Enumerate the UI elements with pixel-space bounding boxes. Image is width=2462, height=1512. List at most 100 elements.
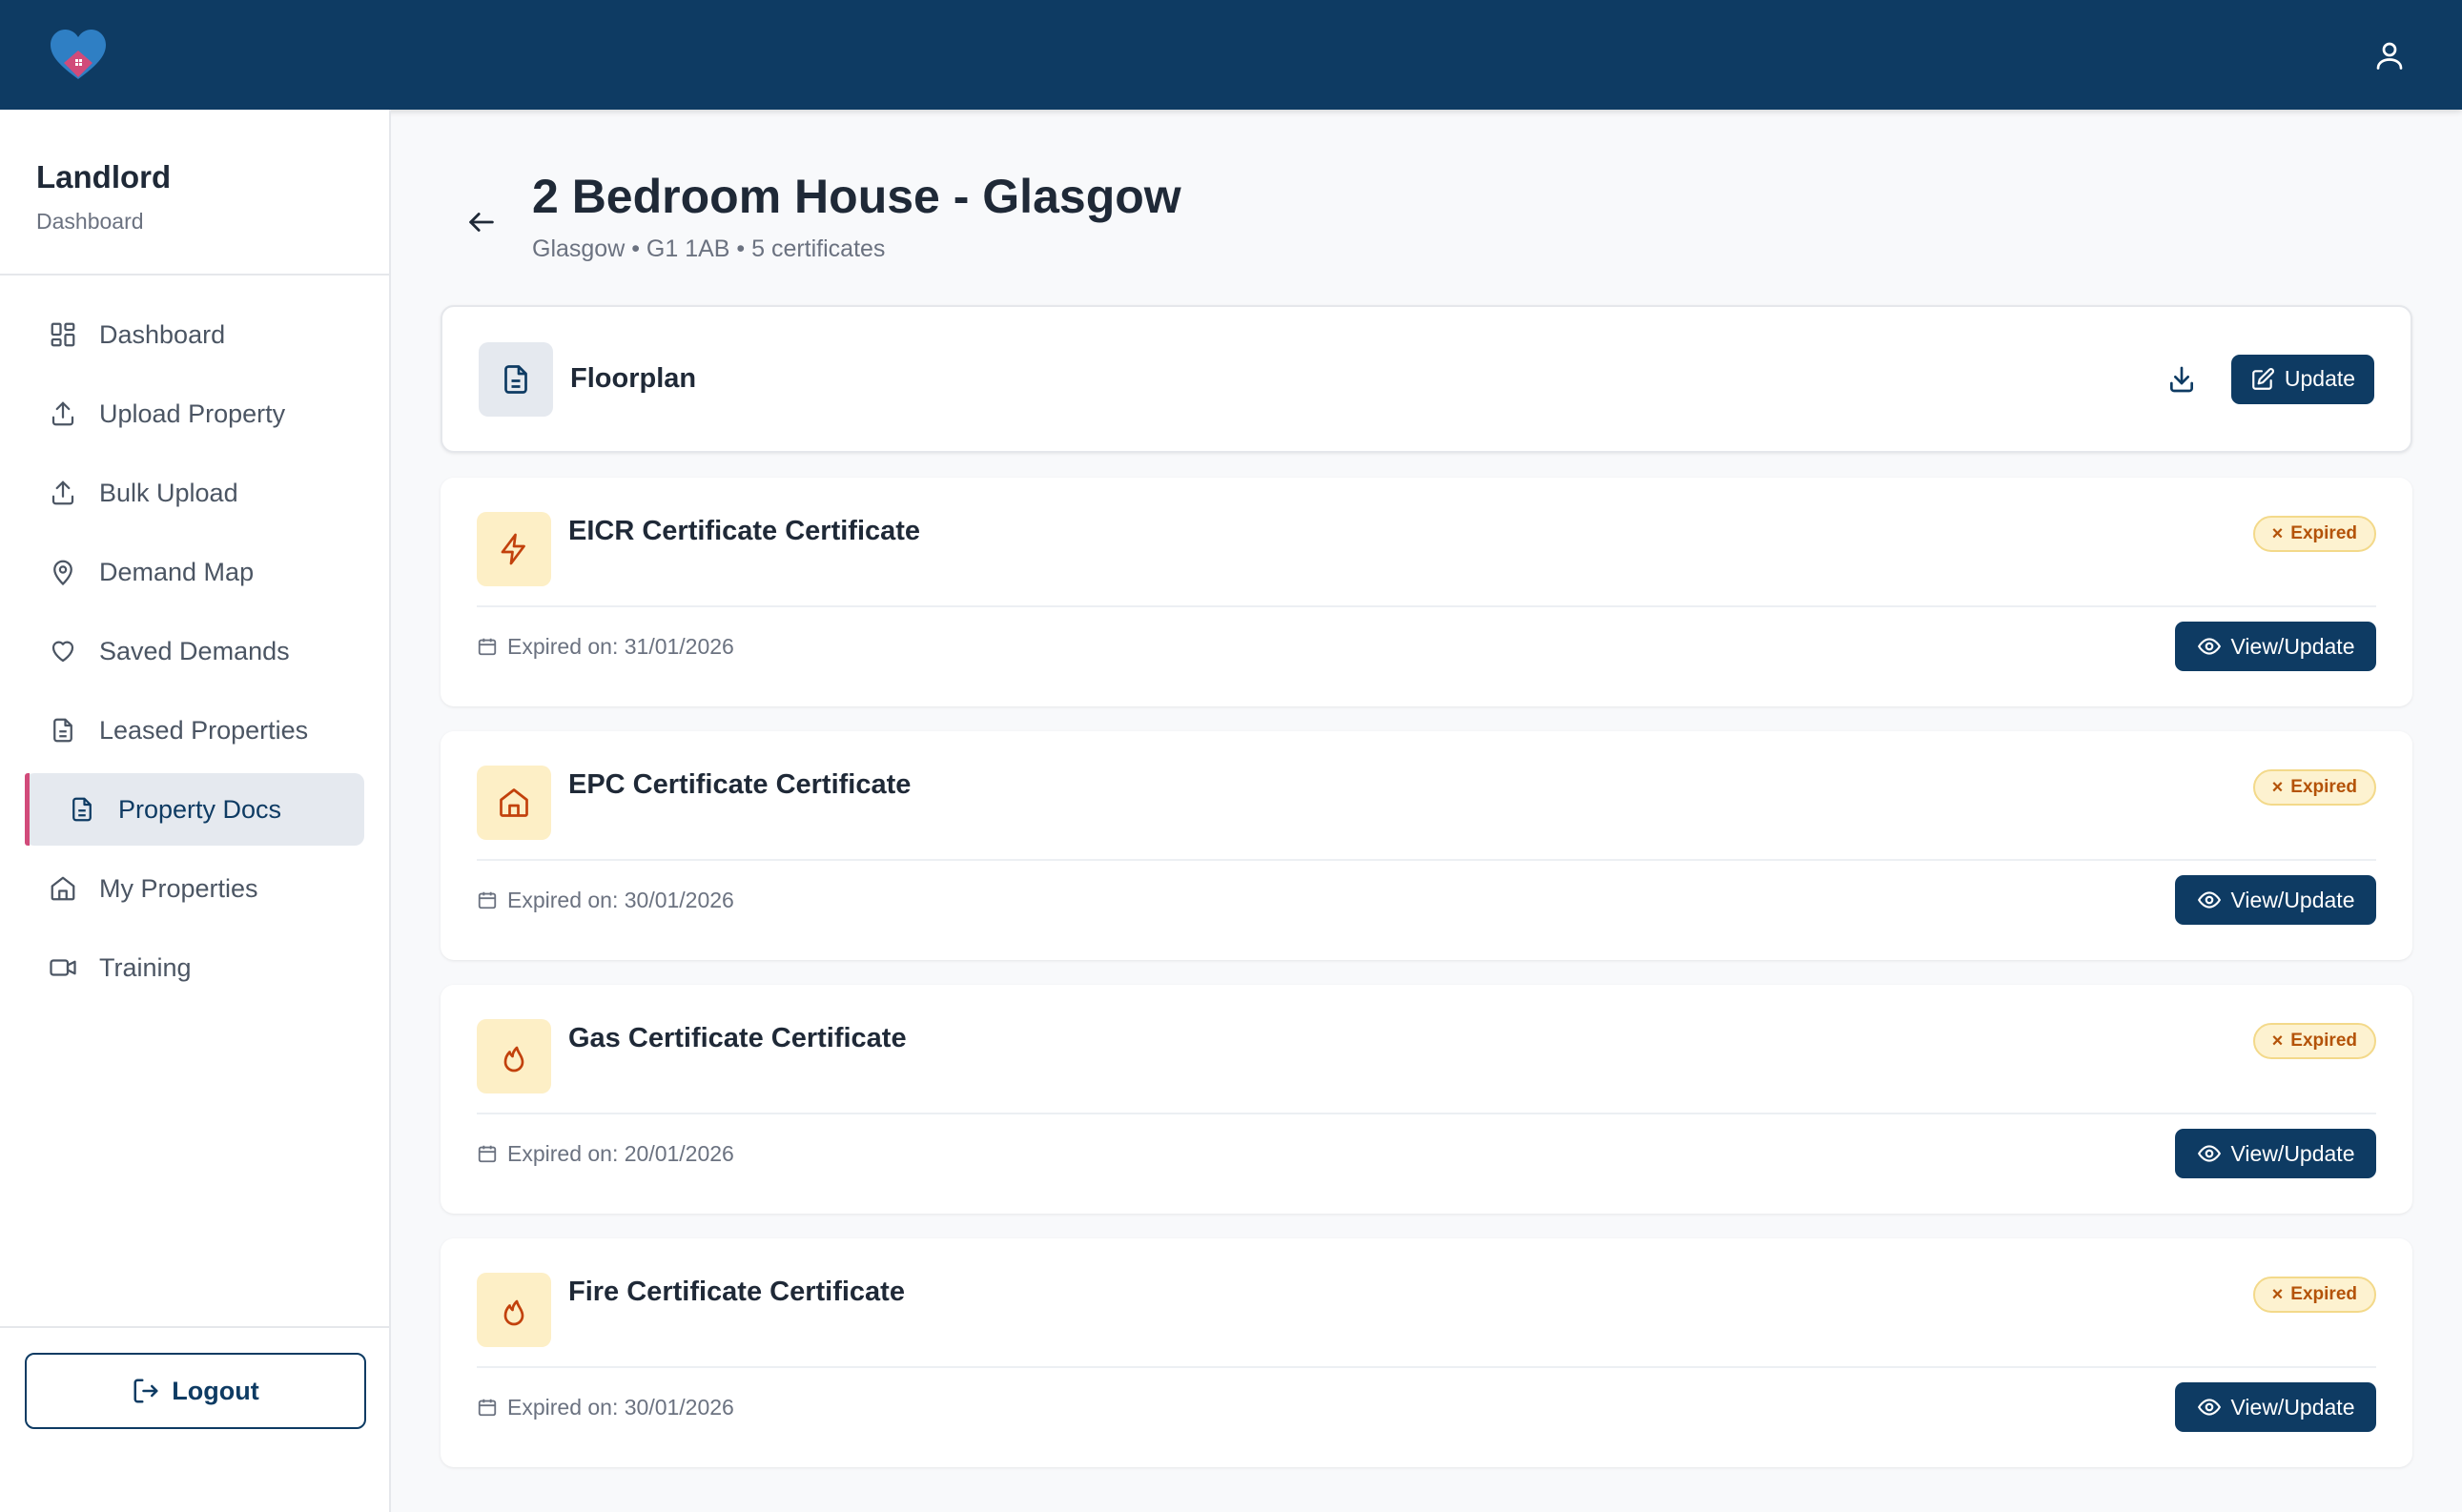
view-update-label: View/Update (2230, 887, 2355, 912)
expiry-date: Expired on: 20/01/2026 (507, 1140, 734, 1166)
sidebar-title: Landlord (36, 159, 172, 194)
floorplan-update-button[interactable]: Update (2231, 354, 2374, 404)
status-label: Expired (2290, 777, 2357, 797)
certificate-card-gas: Gas Certificate Certificate × Expired Ex… (441, 985, 2412, 1214)
status-badge: × Expired (2252, 516, 2376, 552)
close-icon: × (2271, 1283, 2284, 1305)
page-header: 2 Bedroom House - Glasgow Glasgow • G1 1… (441, 110, 2412, 305)
sidebar-item-demand-map[interactable]: Demand Map (25, 536, 364, 608)
certificate-header: Fire Certificate Certificate × Expired (477, 1273, 2376, 1368)
document-icon (479, 341, 553, 417)
upload-icon (48, 478, 78, 508)
home-icon (48, 873, 78, 904)
certificate-header: EPC Certificate Certificate × Expired (477, 766, 2376, 861)
page-meta: Glasgow • G1 1AB • 5 certificates (532, 235, 886, 262)
certificate-footer: Expired on: 20/01/2026 View/Update (477, 1114, 2376, 1193)
back-arrow-icon[interactable] (450, 191, 513, 254)
expiry-info: Expired on: 30/01/2026 (477, 1395, 734, 1420)
logo-heart-house-icon[interactable] (50, 27, 107, 84)
view-update-button[interactable]: View/Update (2175, 875, 2376, 925)
view-update-button[interactable]: View/Update (2175, 1129, 2376, 1178)
certificate-title: EPC Certificate Certificate (568, 769, 912, 800)
status-badge: × Expired (2252, 1023, 2376, 1059)
certificate-title: Gas Certificate Certificate (568, 1023, 907, 1053)
sidebar-item-label: My Properties (99, 873, 258, 903)
main-content: 2 Bedroom House - Glasgow Glasgow • G1 1… (441, 110, 2412, 1492)
sidebar-item-my-properties[interactable]: My Properties (25, 852, 364, 925)
sidebar-item-label: Bulk Upload (99, 478, 238, 507)
top-bar (0, 0, 2462, 110)
view-update-label: View/Update (2230, 1394, 2355, 1420)
expiry-info: Expired on: 30/01/2026 (477, 888, 734, 913)
sidebar-item-leased-properties[interactable]: Leased Properties (25, 694, 364, 766)
status-badge: × Expired (2252, 769, 2376, 806)
logout-icon (132, 1377, 160, 1405)
view-update-label: View/Update (2230, 633, 2355, 659)
certificate-title: Fire Certificate Certificate (568, 1277, 905, 1307)
status-label: Expired (2290, 1284, 2357, 1304)
expiry-info: Expired on: 31/01/2026 (477, 634, 734, 660)
sidebar-item-upload-property[interactable]: Upload Property (25, 378, 364, 450)
certificate-card-epc: EPC Certificate Certificate × Expired Ex… (441, 731, 2412, 960)
view-update-button[interactable]: View/Update (2175, 622, 2376, 671)
sidebar-item-dashboard[interactable]: Dashboard (25, 298, 364, 371)
expiry-info: Expired on: 20/01/2026 (477, 1141, 734, 1167)
grid-icon (48, 319, 78, 350)
download-icon[interactable] (2155, 353, 2208, 406)
status-label: Expired (2290, 523, 2357, 543)
sidebar-subtitle: Dashboard (36, 209, 144, 234)
sidebar-item-bulk-upload[interactable]: Bulk Upload (25, 457, 364, 529)
eye-icon (2197, 634, 2222, 659)
certificate-title: EICR Certificate Certificate (568, 516, 921, 546)
eye-icon (2197, 1395, 2222, 1420)
eye-icon (2197, 1141, 2222, 1166)
expiry-date: Expired on: 30/01/2026 (507, 887, 734, 912)
update-label: Update (2284, 366, 2356, 391)
certificate-header: EICR Certificate Certificate × Expired (477, 512, 2376, 607)
calendar-icon (477, 889, 498, 910)
floorplan-title: Floorplan (570, 363, 697, 394)
heart-icon (48, 636, 78, 666)
video-icon (48, 952, 78, 983)
sidebar-item-label: Training (99, 952, 192, 982)
edit-icon (2250, 367, 2275, 392)
certificate-card-eicr: EICR Certificate Certificate × Expired E… (441, 478, 2412, 706)
sidebar-item-label: Dashboard (99, 319, 226, 349)
certificate-card-fire: Fire Certificate Certificate × Expired E… (441, 1238, 2412, 1467)
certificate-footer: Expired on: 30/01/2026 View/Update (477, 1368, 2376, 1446)
map-pin-icon (48, 557, 78, 587)
close-icon: × (2271, 522, 2284, 544)
user-profile-icon[interactable] (2363, 29, 2416, 82)
sidebar-header: Landlord Dashboard (0, 110, 389, 276)
sidebar-item-property-docs[interactable]: Property Docs (25, 773, 364, 846)
sidebar-footer: Logout (0, 1326, 389, 1512)
sidebar-item-label: Saved Demands (99, 636, 290, 665)
page-title: 2 Bedroom House - Glasgow (532, 170, 1181, 223)
sidebar-item-saved-demands[interactable]: Saved Demands (25, 615, 364, 687)
logout-button[interactable]: Logout (25, 1353, 366, 1429)
lightning-icon (477, 512, 551, 586)
calendar-icon (477, 1397, 498, 1418)
close-icon: × (2271, 776, 2284, 798)
calendar-icon (477, 1143, 498, 1164)
file-icon (67, 794, 97, 825)
certificate-header: Gas Certificate Certificate × Expired (477, 1019, 2376, 1114)
certificate-footer: Expired on: 30/01/2026 View/Update (477, 861, 2376, 939)
sidebar-item-label: Leased Properties (99, 715, 309, 745)
expiry-date: Expired on: 31/01/2026 (507, 633, 734, 659)
file-icon (48, 715, 78, 746)
logout-label: Logout (172, 1376, 259, 1405)
sidebar-nav: Dashboard Upload Property Bulk Upload De… (0, 276, 389, 1004)
sidebar-item-label: Demand Map (99, 557, 255, 586)
home-icon (477, 766, 551, 840)
view-update-label: View/Update (2230, 1140, 2355, 1166)
certificate-footer: Expired on: 31/01/2026 View/Update (477, 607, 2376, 685)
sidebar-item-training[interactable]: Training (25, 931, 364, 1004)
eye-icon (2197, 888, 2222, 912)
sidebar-item-label: Property Docs (118, 794, 282, 824)
calendar-icon (477, 636, 498, 657)
view-update-button[interactable]: View/Update (2175, 1382, 2376, 1432)
sidebar-item-label: Upload Property (99, 398, 286, 428)
floorplan-card: Floorplan Update (441, 305, 2412, 453)
status-label: Expired (2290, 1031, 2357, 1051)
